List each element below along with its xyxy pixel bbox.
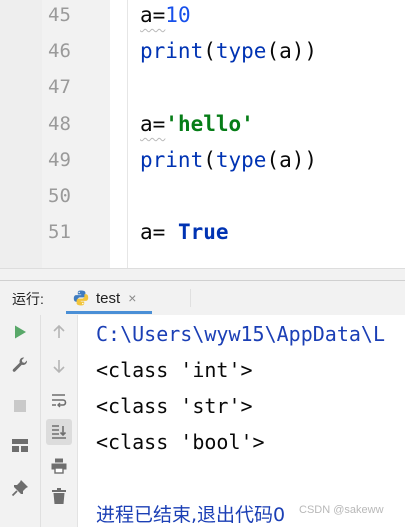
run-toolbar-primary bbox=[0, 315, 41, 527]
pin-icon[interactable] bbox=[7, 475, 33, 501]
down-arrow-icon[interactable] bbox=[46, 353, 72, 379]
run-tool-window-header: 运行: test × bbox=[0, 280, 405, 316]
run-tab-test[interactable]: test × bbox=[66, 285, 142, 311]
header-divider bbox=[190, 289, 191, 307]
console-output-line: <class 'int'> bbox=[96, 358, 253, 382]
code-line[interactable]: a= True bbox=[140, 218, 229, 246]
stop-icon[interactable] bbox=[7, 393, 33, 419]
active-tab-indicator bbox=[66, 311, 152, 314]
run-label: 运行: bbox=[12, 291, 44, 307]
code-line[interactable]: print(type(a)) bbox=[140, 37, 317, 65]
line-number: 46 bbox=[48, 40, 71, 62]
line-number: 48 bbox=[48, 113, 71, 135]
code-line[interactable]: a=10 bbox=[140, 1, 191, 29]
scroll-to-end-icon[interactable] bbox=[46, 419, 72, 445]
gutter-margin bbox=[0, 0, 42, 270]
trash-icon[interactable] bbox=[46, 483, 72, 509]
python-icon bbox=[72, 289, 90, 307]
close-icon[interactable]: × bbox=[128, 290, 136, 306]
console-output-line: <class 'bool'> bbox=[96, 430, 265, 454]
line-number: 45 bbox=[48, 4, 71, 26]
line-number: 49 bbox=[48, 149, 71, 171]
console-exit-message: 进程已结束,退出代码0 bbox=[96, 504, 286, 526]
run-console-output[interactable]: C:\Users\wyw15\AppData\L <class 'int'> <… bbox=[78, 315, 405, 527]
code-line[interactable]: a='hello' bbox=[140, 110, 254, 138]
watermark: CSDN @sakeww bbox=[299, 504, 384, 516]
gutter-separator bbox=[127, 0, 128, 270]
line-number: 50 bbox=[48, 185, 71, 207]
line-number: 47 bbox=[48, 76, 71, 98]
code-line[interactable]: print(type(a)) bbox=[140, 146, 317, 174]
console-interpreter-path: C:\Users\wyw15\AppData\L bbox=[96, 322, 385, 346]
line-number: 51 bbox=[48, 221, 71, 243]
layout-icon[interactable] bbox=[7, 433, 33, 459]
code-editor[interactable]: 45 46 47 48 49 50 51 a=10 print(type(a))… bbox=[0, 0, 405, 270]
console-output-line: <class 'str'> bbox=[96, 394, 253, 418]
play-icon[interactable] bbox=[7, 319, 33, 345]
run-tab-label: test bbox=[96, 289, 121, 307]
up-arrow-icon[interactable] bbox=[46, 319, 72, 345]
soft-wrap-icon[interactable] bbox=[46, 387, 72, 413]
print-icon[interactable] bbox=[46, 453, 72, 479]
wrench-icon[interactable] bbox=[7, 352, 33, 378]
run-toolbar-secondary bbox=[41, 315, 78, 527]
